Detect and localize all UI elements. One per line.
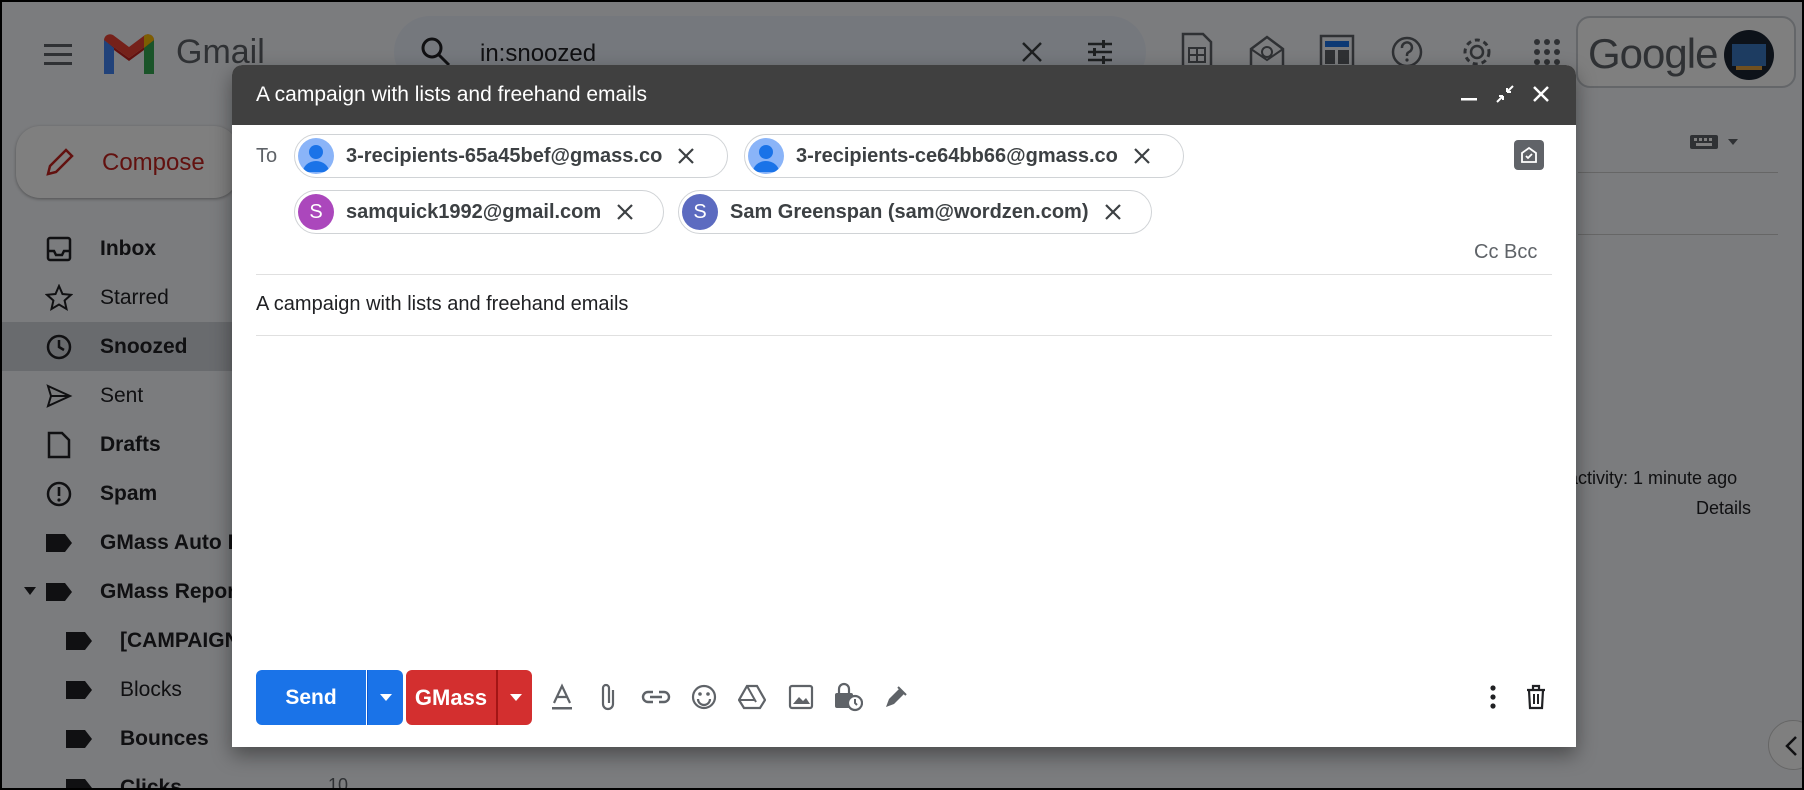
more-options-icon[interactable] [1477,681,1509,713]
remove-recipient-icon[interactable] [676,146,696,166]
gmass-recipients-icon[interactable] [1514,140,1544,170]
google-drive-icon[interactable] [736,681,768,713]
avatar: S [682,194,718,230]
insert-emoji-icon[interactable] [688,681,720,713]
divider [256,335,1552,336]
recipient-address: samquick1992@gmail.com [346,200,602,223]
send-options-dropdown[interactable] [367,670,403,725]
gmass-button[interactable]: GMass [406,670,496,725]
close-icon[interactable] [1530,83,1552,105]
remove-recipient-icon[interactable] [615,202,635,222]
recipient-address: Sam Greenspan (sam@wordzen.com) [730,200,1089,223]
divider [256,274,1552,275]
gmass-settings-dropdown[interactable] [496,670,532,725]
person-icon [298,138,334,174]
cc-bcc-link[interactable]: Cc Bcc [1474,241,1537,264]
discard-draft-trash-icon[interactable] [1520,681,1552,713]
recipient-chip[interactable]: 3-recipients-65a45bef@gmass.co [294,134,728,178]
subject-field[interactable]: A campaign with lists and freehand email… [256,293,628,316]
recipient-chip[interactable]: S Sam Greenspan (sam@wordzen.com) [678,190,1152,234]
exit-fullscreen-icon[interactable] [1494,83,1516,105]
recipient-address: 3-recipients-65a45bef@gmass.co [346,144,663,167]
avatar: S [298,194,334,230]
compose-title: A campaign with lists and freehand email… [256,83,648,106]
gmail-window: Gmail in:snoozed Google [0,0,1804,790]
formatting-options-icon[interactable] [546,681,578,713]
minimize-icon[interactable] [1458,83,1480,105]
recipient-chip[interactable]: 3-recipients-ce64bb66@gmass.co [744,134,1184,178]
attach-file-icon[interactable] [593,681,625,713]
insert-photo-icon[interactable] [785,681,817,713]
send-button[interactable]: Send [256,670,366,725]
dropdown-arrow-icon [380,694,392,701]
confidential-mode-icon[interactable] [832,681,864,713]
remove-recipient-icon[interactable] [1132,146,1152,166]
compose-title-bar[interactable]: A campaign with lists and freehand email… [232,65,1576,125]
dropdown-arrow-icon [510,694,522,701]
to-label: To [256,145,278,167]
person-icon [748,138,784,174]
recipient-chip[interactable]: S samquick1992@gmail.com [294,190,664,234]
remove-recipient-icon[interactable] [1103,202,1123,222]
insert-link-icon[interactable] [640,681,672,713]
signature-pen-icon[interactable] [880,681,912,713]
recipient-address: 3-recipients-ce64bb66@gmass.co [796,144,1118,167]
compose-window: A campaign with lists and freehand email… [232,65,1576,747]
